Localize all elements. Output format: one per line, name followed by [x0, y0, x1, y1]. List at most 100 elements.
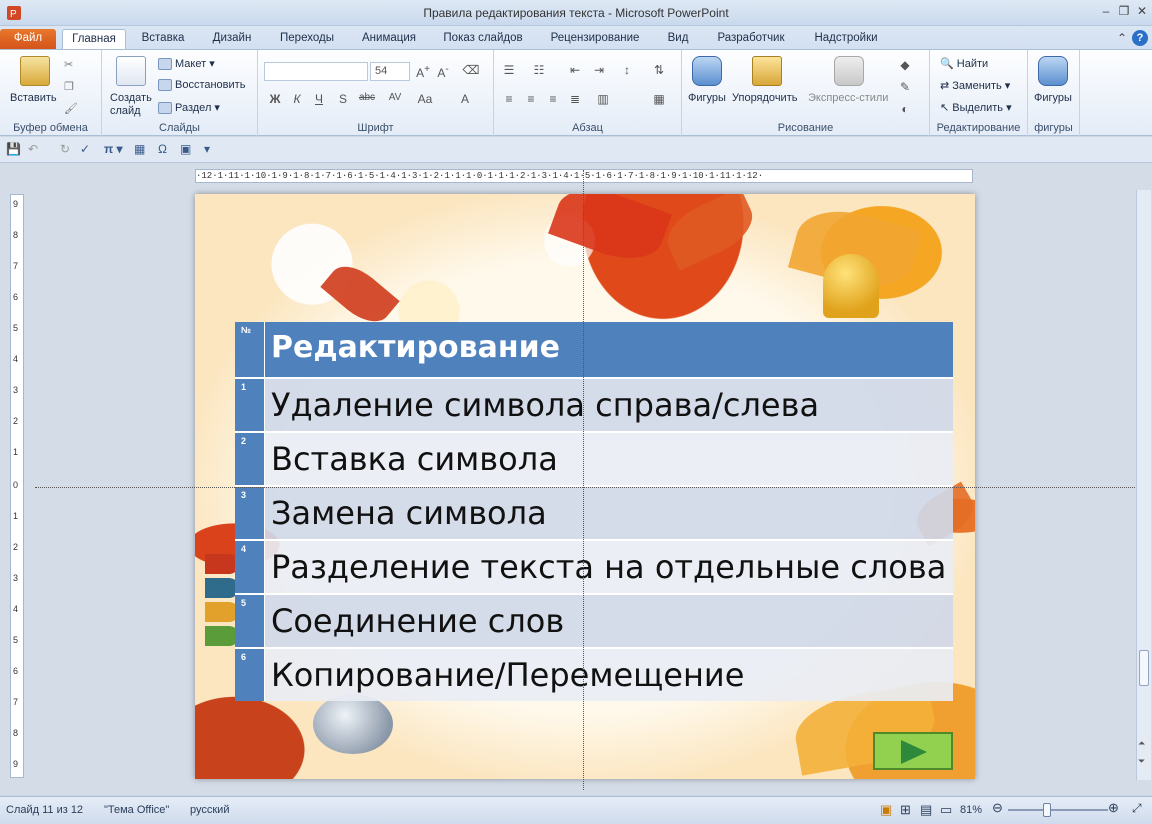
table-icon[interactable]: ▦ [134, 142, 145, 156]
horizontal-guide[interactable] [35, 487, 1135, 488]
numbering-icon[interactable]: ☷ [530, 63, 548, 77]
smartart-icon[interactable]: ▦ [650, 92, 668, 106]
char-spacing-icon[interactable]: AV [386, 92, 404, 103]
table-row[interactable]: 6 Копирование/Перемещение [235, 647, 953, 701]
tab-addins[interactable]: Надстройки [806, 29, 886, 49]
shape-effects-icon[interactable]: ◐ [896, 102, 914, 116]
tab-review[interactable]: Рецензирование [542, 29, 648, 49]
copy-icon[interactable]: ❐ [64, 80, 74, 93]
table-row[interactable]: 3 Замена символа [235, 485, 953, 539]
reset-button[interactable]: Восстановить [158, 79, 245, 92]
theme-name[interactable]: "Тема Office" [104, 804, 169, 816]
line-spacing-icon[interactable]: ↕ [618, 63, 636, 77]
zoom-slider[interactable] [1008, 809, 1108, 811]
bullets-icon[interactable]: ☰ [500, 63, 518, 77]
spell-check-icon[interactable]: ✓ [80, 142, 90, 156]
maximize-button[interactable]: ❐ [1116, 3, 1132, 19]
italic-icon[interactable]: К [288, 92, 306, 106]
grow-font-icon[interactable]: A+ [414, 64, 432, 80]
cut-icon[interactable]: ✂ [64, 58, 73, 71]
save-icon[interactable]: 💾 [6, 142, 21, 156]
justify-icon[interactable]: ≣ [566, 92, 584, 106]
zoom-level[interactable]: 81% [960, 804, 982, 816]
increase-indent-icon[interactable]: ⇥ [590, 63, 608, 77]
prev-slide-icon[interactable]: ⏶ [1138, 738, 1145, 749]
vertical-scrollbar[interactable]: ⏶ ⏷ [1136, 190, 1151, 780]
tab-file[interactable]: Файл [0, 29, 56, 49]
clear-format-icon[interactable]: ⌫ [462, 63, 480, 77]
select-button[interactable]: ↖ Выделить ▾ [940, 101, 1012, 114]
decrease-indent-icon[interactable]: ⇤ [566, 63, 584, 77]
shrink-font-icon[interactable]: A- [434, 64, 452, 80]
vertical-guide[interactable] [583, 170, 584, 790]
font-name-combo[interactable] [264, 62, 368, 81]
scrollbar-thumb[interactable] [1139, 650, 1149, 686]
format-painter-icon[interactable]: 🖌 [64, 102, 78, 115]
table-row[interactable]: 5 Соединение слов [235, 593, 953, 647]
tab-transitions[interactable]: Переходы [272, 29, 342, 49]
strikethrough-icon[interactable]: abc [358, 92, 376, 103]
section-button[interactable]: Раздел ▾ [158, 101, 220, 115]
tab-design[interactable]: Дизайн [204, 29, 260, 49]
tab-home[interactable]: Главная [62, 29, 126, 49]
language-indicator[interactable]: русский [190, 804, 229, 816]
bold-icon[interactable]: Ж [266, 92, 284, 106]
text-direction-icon[interactable]: ⇅ [650, 63, 668, 77]
zoom-out-icon[interactable]: ⊖ [992, 800, 1003, 816]
shape-outline-icon[interactable]: ✎ [896, 80, 914, 94]
next-action-button[interactable] [873, 732, 953, 770]
minimize-button[interactable]: – [1098, 3, 1114, 19]
underline-icon[interactable]: Ч [310, 92, 328, 106]
font-color-icon[interactable]: A [456, 92, 474, 106]
table-row[interactable]: 2 Вставка символа [235, 431, 953, 485]
symbol-icon[interactable]: Ω [158, 142, 167, 156]
align-right-icon[interactable]: ≡ [544, 92, 562, 106]
replace-button[interactable]: ⇄ Заменить ▾ [940, 79, 1010, 92]
tab-view[interactable]: Вид [658, 29, 698, 49]
tab-slideshow[interactable]: Показ слайдов [436, 29, 530, 49]
redo-icon[interactable]: ↻ [60, 142, 70, 156]
figures-shapes-icon[interactable] [1038, 56, 1068, 86]
quick-styles-button[interactable]: Экспресс-стили [808, 92, 888, 104]
zoom-slider-thumb[interactable] [1043, 803, 1051, 817]
layout-button[interactable]: Макет ▾ [158, 57, 215, 71]
quick-styles-icon[interactable] [834, 56, 864, 86]
normal-view-icon[interactable]: ▣ [880, 802, 892, 818]
paste-icon[interactable] [20, 56, 50, 86]
collapse-ribbon-icon[interactable]: ⌃ [1114, 30, 1130, 46]
shapes-button[interactable]: Фигуры [688, 92, 726, 104]
arrange-button[interactable]: Упорядочить [732, 92, 797, 104]
close-button[interactable]: ✕ [1134, 3, 1150, 19]
slide-sorter-icon[interactable]: ⊞ [900, 802, 911, 818]
table-row[interactable]: 4 Разделение текста на отдельные слова [235, 539, 953, 593]
figures-shapes-button[interactable]: Фигуры [1034, 92, 1072, 104]
help-icon[interactable]: ? [1132, 30, 1148, 46]
paste-button[interactable]: Вставить [10, 92, 57, 104]
undo-icon[interactable]: ↶ [28, 142, 38, 156]
reading-view-icon[interactable]: ▤ [920, 802, 932, 818]
shapes-icon[interactable] [692, 56, 722, 86]
columns-icon[interactable]: ▥ [594, 92, 612, 106]
customize-qat-icon[interactable]: ▾ [204, 142, 210, 156]
tab-insert[interactable]: Вставка [134, 29, 192, 49]
new-slide-icon[interactable] [116, 56, 146, 86]
align-center-icon[interactable]: ≡ [522, 92, 540, 106]
tab-developer[interactable]: Разработчик [708, 29, 794, 49]
next-slide-icon[interactable]: ⏷ [1138, 756, 1145, 767]
shadow-icon[interactable]: S [334, 92, 352, 106]
new-slide-button[interactable]: Создать слайд [110, 92, 154, 118]
editing-rules-table[interactable]: № Редактирование 1 Удаление символа спра… [235, 322, 953, 701]
table-row[interactable]: 1 Удаление символа справа/слева [235, 377, 953, 431]
align-left-icon[interactable]: ≡ [500, 92, 518, 106]
shape-fill-icon[interactable]: ◆ [896, 58, 914, 72]
picture-icon[interactable]: ▣ [180, 142, 191, 156]
fit-to-window-icon[interactable]: ⤢ [1132, 801, 1142, 816]
tab-animation[interactable]: Анимация [354, 29, 424, 49]
find-button[interactable]: 🔍 Найти [940, 57, 988, 70]
equation-icon[interactable]: π ▾ [104, 142, 123, 156]
slideshow-view-icon[interactable]: ▭ [940, 802, 952, 818]
arrange-icon[interactable] [752, 56, 782, 86]
zoom-in-icon[interactable]: ⊕ [1108, 800, 1119, 816]
font-size-combo[interactable]: 54 [370, 62, 410, 81]
change-case-icon[interactable]: Aa [416, 92, 434, 106]
